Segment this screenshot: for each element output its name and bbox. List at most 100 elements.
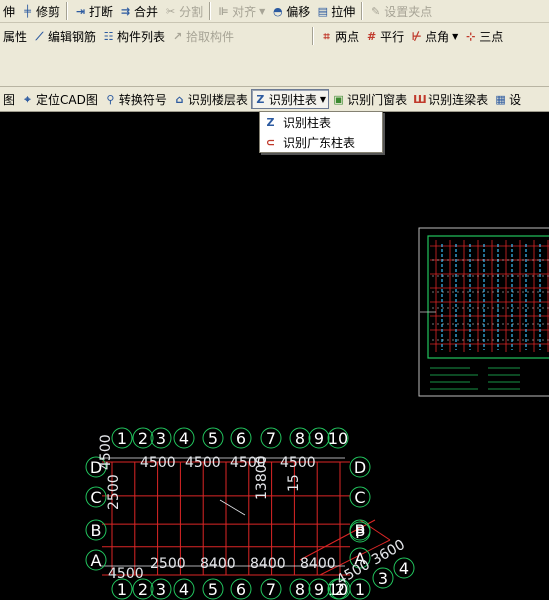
axis-label-bottom: 1 — [117, 580, 127, 599]
trim-icon: ╪ — [24, 4, 31, 18]
convert-symbol-icon: ⚲ — [106, 92, 115, 106]
pick-component-label: 拾取构件 — [186, 29, 235, 44]
pull-icon: ▤ — [317, 4, 328, 18]
axis-label-top: 10 — [328, 429, 348, 448]
split-icon: ✂ — [165, 4, 176, 18]
three-point-icon: ⊹ — [466, 29, 476, 43]
merge-icon: ⇉ — [120, 4, 131, 18]
coupling-beam-label: 识别连梁表 — [428, 92, 489, 107]
stretch-button[interactable]: 伸 — [0, 1, 18, 21]
floor-table-icon: ⌂ — [175, 92, 184, 106]
settings-icon: ▦ — [495, 92, 506, 106]
column-table-button[interactable]: Z 识别柱表 ▼ — [250, 89, 330, 109]
two-point-label: 两点 — [335, 29, 360, 44]
two-point-icon: ⌗ — [323, 29, 330, 43]
chevron-down-icon[interactable]: ▼ — [320, 95, 326, 104]
component-list-label: 构件列表 — [117, 29, 166, 44]
offset-icon: ◓ — [272, 4, 283, 18]
align-button[interactable]: ⊫ 对齐 ▼ — [214, 1, 268, 21]
component-toolbar: 属性 ⟋ 编辑钢筋 ☷ 构件列表 ↗ 拾取构件 ⌗ 两点 # 平行 ⊬ 点角 ▼ ⊹ 三点 — [0, 23, 549, 49]
parallel-button[interactable]: # 平行 — [362, 26, 407, 46]
floor-table-button[interactable]: ⌂ 识别楼层表 — [170, 89, 251, 109]
toolbar-separator — [361, 2, 364, 20]
menu-item-column-table[interactable]: Z 识别柱表 — [260, 112, 382, 132]
convert-symbol-label: 转换符号 — [118, 92, 167, 107]
settings-button[interactable]: ▦ 设 — [491, 89, 524, 109]
axis-label-bottom: 9 — [314, 580, 324, 599]
pick-icon: ↗ — [172, 29, 183, 43]
axis-label-top: 7 — [266, 429, 276, 448]
list-icon: ☷ — [103, 29, 114, 43]
component-list-button[interactable]: ☷ 构件列表 — [99, 26, 168, 46]
point-angle-icon: ⊬ — [411, 29, 422, 43]
axis-label-top: 5 — [208, 429, 218, 448]
break-button[interactable]: ⇥ 打断 — [71, 1, 116, 21]
split-button[interactable]: ✂ 分割 — [161, 1, 206, 21]
merge-label: 合并 — [134, 4, 159, 19]
column-table-label: 识别柱表 — [268, 92, 317, 107]
menu-item-label: 识别柱表 — [283, 115, 332, 130]
trim-button[interactable]: ╪ 修剪 — [18, 1, 63, 21]
axis-label-top: 6 — [236, 429, 246, 448]
pick-component-button[interactable]: ↗ 拾取构件 — [168, 26, 237, 46]
axis-label-bottom: 4 — [399, 559, 409, 578]
menu-item-guangdong-column-table[interactable]: ⊂ 识别广东柱表 — [260, 132, 382, 152]
two-point-button[interactable]: ⌗ 两点 — [317, 26, 362, 46]
grip-button[interactable]: ✎ 设置夹点 — [366, 1, 435, 21]
dim-text-vertical: 4500 — [98, 434, 114, 470]
property-button[interactable]: 属性 — [0, 26, 30, 46]
dim-text-top: 4500 — [185, 455, 221, 471]
trim-label: 修剪 — [36, 4, 61, 19]
grip-label: 设置夹点 — [384, 4, 433, 19]
axis-label-left: B — [91, 521, 102, 540]
axis-label-right: C — [354, 488, 365, 507]
align-icon: ⊫ — [218, 4, 229, 18]
coupling-beam-button[interactable]: Ш 识别连梁表 — [410, 89, 491, 109]
convert-symbol-button[interactable]: ⚲ 转换符号 — [101, 89, 170, 109]
rebar-icon: ⟋ — [35, 29, 44, 43]
axis-label-bottom: 6 — [236, 580, 246, 599]
dim-text-bottom: 4500 — [108, 566, 144, 582]
door-window-label: 识别门窗表 — [347, 92, 408, 107]
axis-label-left: A — [91, 551, 102, 570]
grip-icon: ✎ — [371, 4, 381, 18]
edit-rebar-button[interactable]: ⟋ 编辑钢筋 — [30, 26, 99, 46]
split-label: 分割 — [179, 4, 204, 19]
door-window-button[interactable]: ▣ 识别门窗表 — [329, 89, 410, 109]
pull-button[interactable]: ▤ 拉伸 — [313, 1, 358, 21]
axis-label-bottom: 1 — [355, 580, 365, 599]
plan-dim-line — [219, 499, 246, 516]
toolbar-area — [0, 49, 549, 87]
dim-text-bottom: 8400 — [200, 556, 236, 572]
drawing-button[interactable]: 图 — [0, 89, 18, 109]
axis-label-left: C — [90, 488, 101, 507]
floor-plan-drawing: 1 2 3 4 5 6 7 8 9 101 2 3 4 5 6 7 8 9 10 1234DCBADCBAP4500 4… — [85, 427, 415, 600]
toolbar-separator — [209, 2, 212, 20]
dim-text-vertical: 15 — [286, 474, 302, 492]
point-angle-button[interactable]: ⊬ 点角 ▼ — [407, 26, 461, 46]
parallel-label: 平行 — [380, 29, 405, 44]
break-label: 打断 — [89, 4, 114, 19]
offset-label: 偏移 — [286, 4, 311, 19]
dim-text-vertical: 13800 — [254, 455, 270, 500]
axis-label-bottom: 3 — [156, 580, 166, 599]
coupling-beam-icon: Ш — [413, 92, 427, 106]
offset-button[interactable]: ◓ 偏移 — [268, 1, 313, 21]
dim-text-top: 4500 — [140, 455, 176, 471]
stretch-label: 伸 — [3, 4, 16, 19]
chevron-down-icon: ▼ — [452, 31, 459, 41]
parallel-icon: # — [366, 29, 377, 43]
property-label: 属性 — [3, 29, 28, 44]
merge-button[interactable]: ⇉ 合并 — [116, 1, 161, 21]
axis-label-top: 3 — [156, 429, 166, 448]
cad-canvas[interactable]: 1 2 3 4 5 6 7 8 9 101 2 3 4 5 6 7 8 9 10 1234DCBADCBAP4500 4… — [0, 112, 549, 600]
axis-label-right: P — [355, 523, 365, 542]
locate-cad-icon: ⌖ — [24, 92, 31, 106]
dim-text-vertical: 2500 — [106, 474, 122, 510]
dim-text-bottom: 8400 — [250, 556, 286, 572]
axis-label-bottom: 2 — [138, 580, 148, 599]
break-icon: ⇥ — [75, 4, 86, 18]
three-point-button[interactable]: ⊹ 三点 — [461, 26, 506, 46]
locate-cad-button[interactable]: ⌖ 定位CAD图 — [18, 89, 101, 109]
floor-table-label: 识别楼层表 — [187, 92, 248, 107]
